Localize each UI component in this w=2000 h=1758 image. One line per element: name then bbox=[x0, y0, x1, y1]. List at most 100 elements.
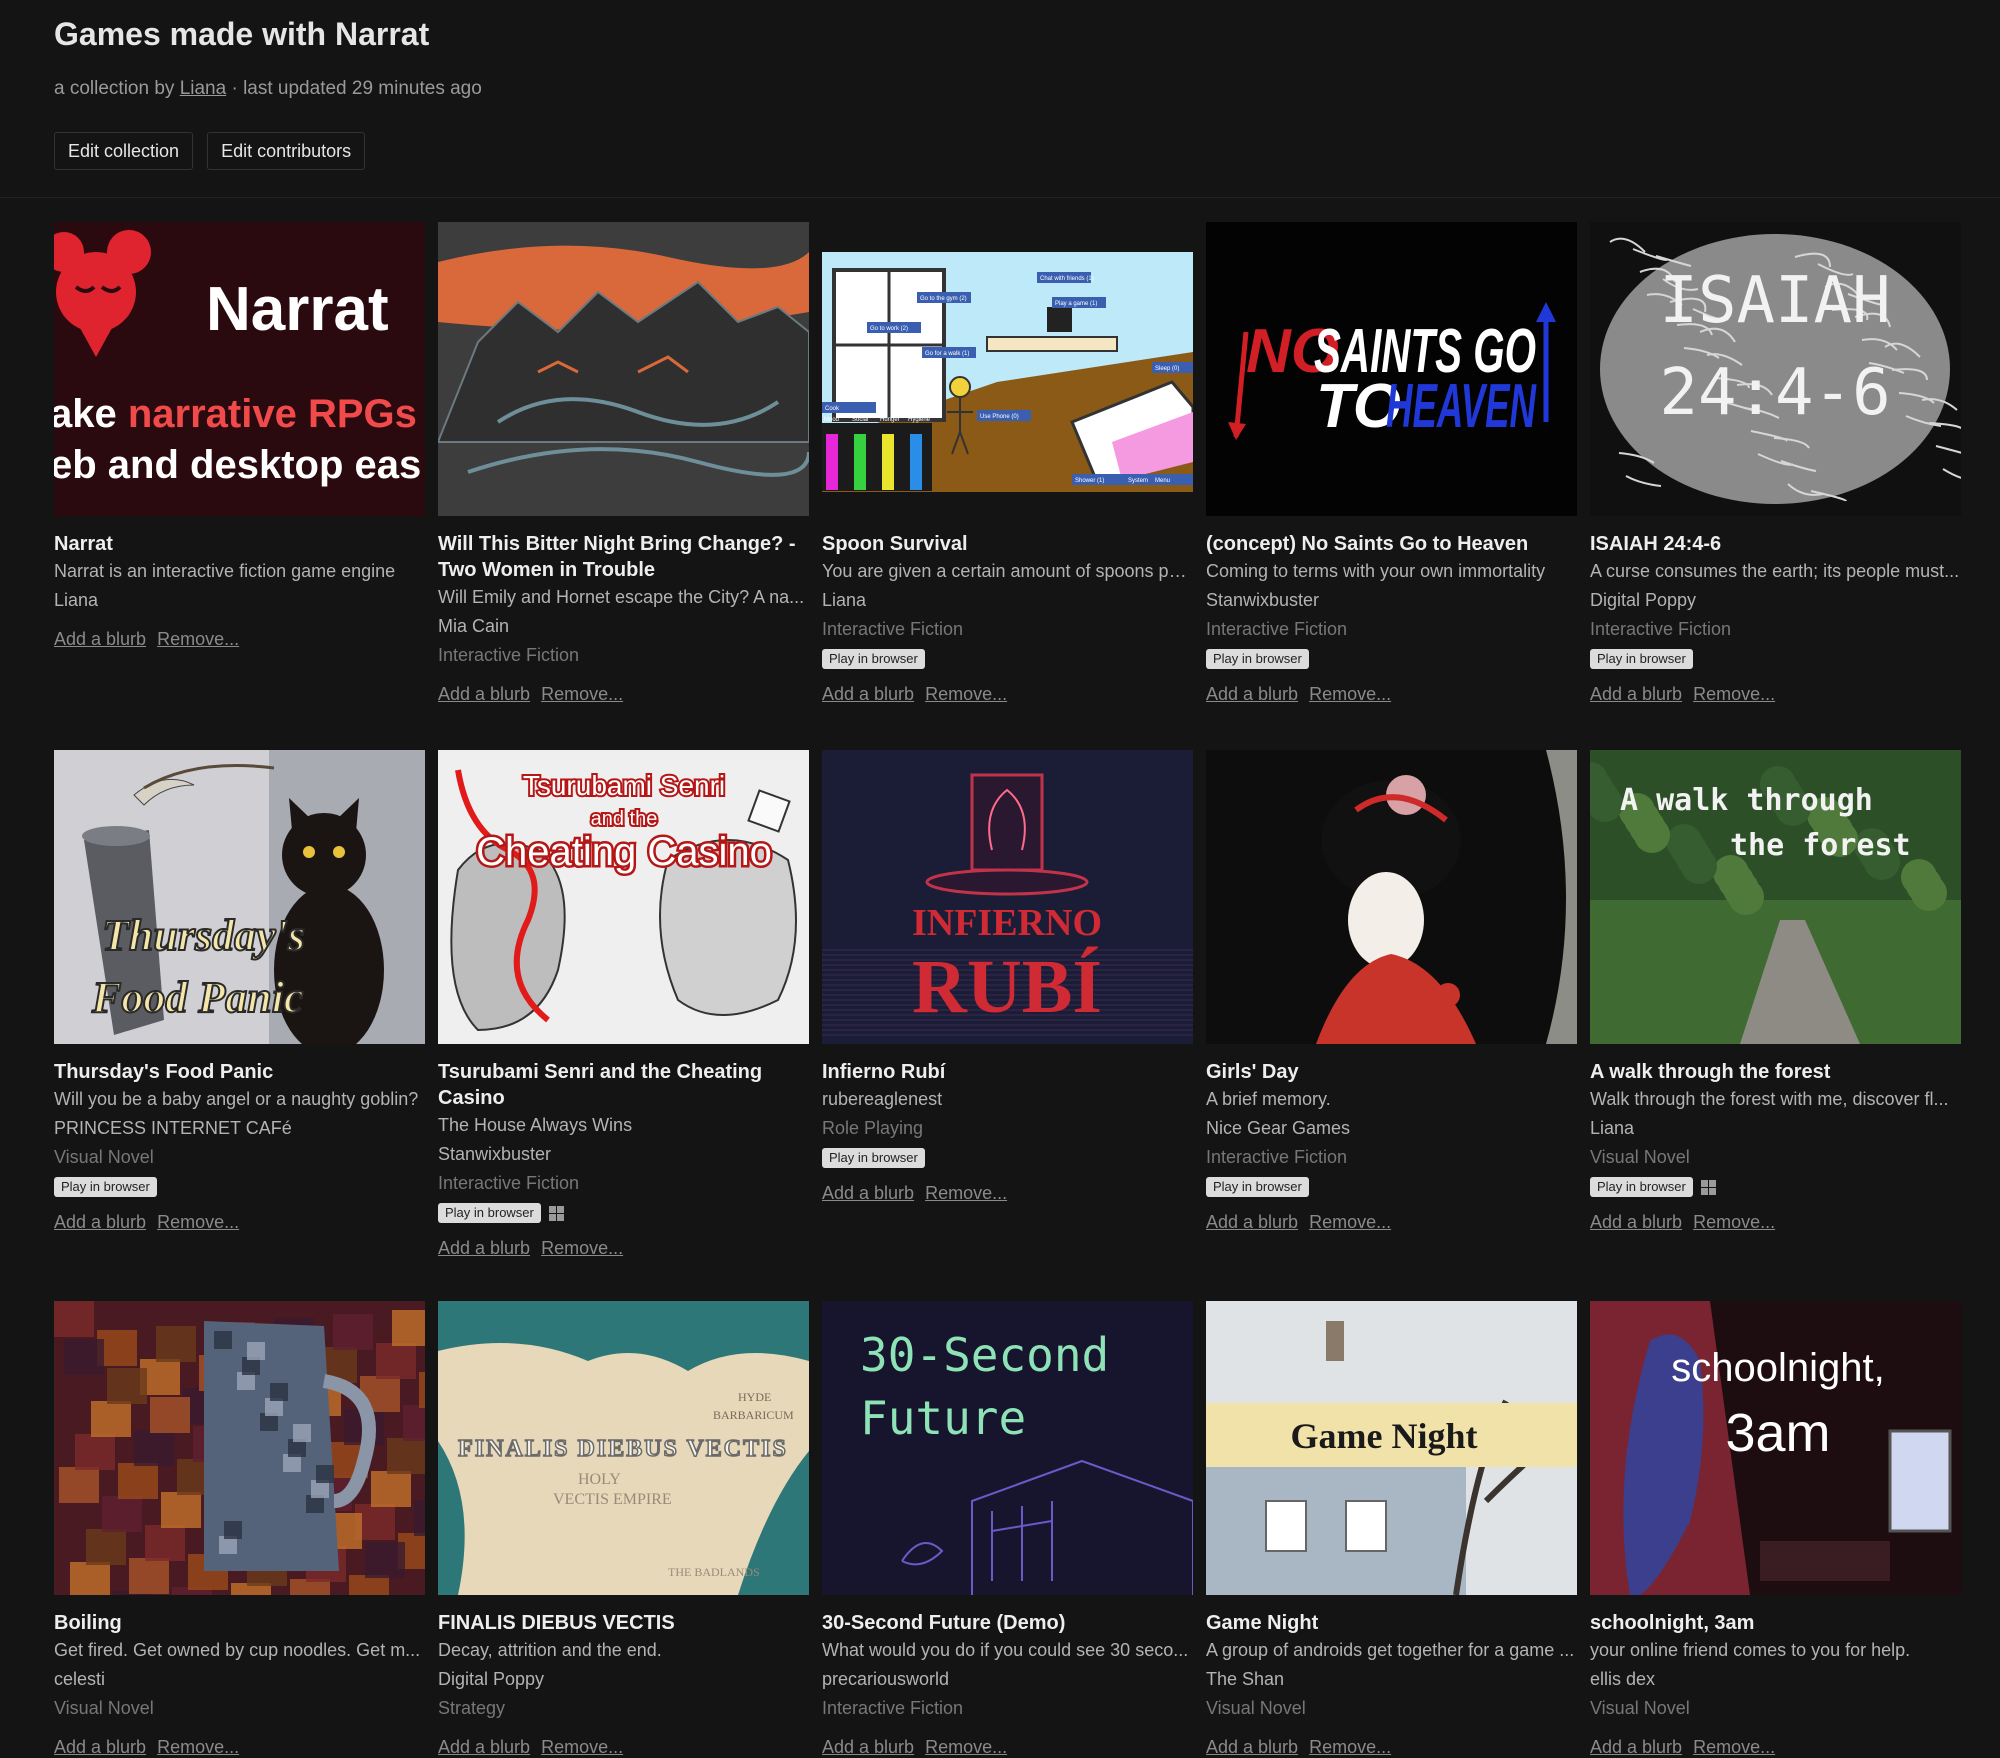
game-platforms: Play in browser bbox=[822, 1147, 1193, 1169]
remove-link[interactable]: Remove... bbox=[157, 1212, 239, 1233]
add-blurb-link[interactable]: Add a blurb bbox=[822, 1737, 914, 1758]
game-author-link[interactable]: Digital Poppy bbox=[438, 1665, 809, 1694]
game-title-link[interactable]: Will This Bitter Night Bring Change? - T… bbox=[438, 531, 809, 583]
edit-contributors-button[interactable]: Edit contributors bbox=[207, 132, 366, 170]
game-title-link[interactable]: A walk through the forest bbox=[1590, 1059, 1961, 1085]
game-thumbnail[interactable] bbox=[54, 1301, 425, 1595]
game-author-link[interactable]: precariousworld bbox=[822, 1665, 1193, 1694]
game-thumbnail[interactable]: INFIERNO RUBÍ bbox=[822, 750, 1193, 1044]
game-title-link[interactable]: Spoon Survival bbox=[822, 531, 1193, 557]
game-short-text: Walk through the forest with me, discove… bbox=[1590, 1089, 1949, 1109]
add-blurb-link[interactable]: Add a blurb bbox=[438, 1737, 530, 1758]
game-cell: Will This Bitter Night Bring Change? - T… bbox=[438, 222, 809, 750]
add-blurb-link[interactable]: Add a blurb bbox=[1206, 1212, 1298, 1233]
game-cell: ISAIAH 24:4-6 ISAIAH 24:4-6 A curse consu… bbox=[1590, 222, 1961, 750]
game-title-link[interactable]: Infierno Rubí bbox=[822, 1059, 1193, 1085]
game-title-link[interactable]: Tsurubami Senri and the Cheating Casino bbox=[438, 1059, 809, 1111]
add-blurb-link[interactable]: Add a blurb bbox=[1590, 684, 1682, 705]
add-blurb-link[interactable]: Add a blurb bbox=[1590, 1212, 1682, 1233]
game-cover-image: ISAIAH 24:4-6 bbox=[1590, 222, 1961, 516]
game-cover-image: Go to the gym (2) Go to work (2) Go for a … bbox=[822, 222, 1193, 516]
game-cover-image: schoolnight, 3am bbox=[1590, 1301, 1961, 1595]
game-author-link[interactable]: PRINCESS INTERNET CAFé bbox=[54, 1114, 425, 1143]
game-author-link[interactable]: Stanwixbuster bbox=[438, 1140, 809, 1169]
game-author-link[interactable]: Liana bbox=[822, 586, 1193, 615]
remove-link[interactable]: Remove... bbox=[925, 1737, 1007, 1758]
remove-link[interactable]: Remove... bbox=[157, 1737, 239, 1758]
svg-text:and the: and the bbox=[591, 808, 658, 830]
remove-link[interactable]: Remove... bbox=[925, 1183, 1007, 1204]
add-blurb-link[interactable]: Add a blurb bbox=[1206, 1737, 1298, 1758]
play-in-browser-badge: Play in browser bbox=[822, 1148, 925, 1168]
remove-link[interactable]: Remove... bbox=[1693, 1212, 1775, 1233]
game-thumbnail[interactable]: NO SAINTS GO TO HEAVEN bbox=[1206, 222, 1577, 516]
remove-link[interactable]: Remove... bbox=[1309, 684, 1391, 705]
game-author-link[interactable]: Digital Poppy bbox=[1590, 586, 1961, 615]
game-title-link[interactable]: Game Night bbox=[1206, 1610, 1577, 1636]
cover-text: ake narrative RPGs bbox=[54, 392, 417, 436]
game-thumbnail[interactable] bbox=[438, 222, 809, 516]
game-title-link[interactable]: (concept) No Saints Go to Heaven bbox=[1206, 531, 1577, 557]
game-thumbnail[interactable]: ISAIAH 24:4-6 bbox=[1590, 222, 1961, 516]
game-thumbnail[interactable]: Go to the gym (2) Go to work (2) Go for a … bbox=[822, 222, 1193, 516]
add-blurb-link[interactable]: Add a blurb bbox=[1590, 1737, 1682, 1758]
game-short-text: The House Always Wins bbox=[438, 1115, 633, 1135]
windows-icon bbox=[548, 1205, 564, 1221]
game-title-link[interactable]: Narrat bbox=[54, 531, 425, 557]
game-thumbnail[interactable] bbox=[1206, 750, 1577, 1044]
game-thumbnail[interactable]: FINALIS DIEBUS VECTIS HYDE BARBARICUM HOLY V… bbox=[438, 1301, 809, 1595]
add-blurb-link[interactable]: Add a blurb bbox=[54, 1737, 146, 1758]
game-thumbnail[interactable]: Tsurubami Senri and the Cheating Casino bbox=[438, 750, 809, 1044]
game-title-link[interactable]: Girls' Day bbox=[1206, 1059, 1577, 1085]
game-cover-image bbox=[1206, 750, 1577, 1044]
remove-link[interactable]: Remove... bbox=[157, 629, 239, 650]
game-author-link[interactable]: Stanwixbuster bbox=[1206, 586, 1577, 615]
remove-link[interactable]: Remove... bbox=[541, 1238, 623, 1259]
remove-link[interactable]: Remove... bbox=[1309, 1212, 1391, 1233]
add-blurb-link[interactable]: Add a blurb bbox=[822, 1183, 914, 1204]
play-in-browser-badge: Play in browser bbox=[1206, 649, 1309, 669]
svg-text:Go to work (2): Go to work (2) bbox=[870, 326, 908, 332]
add-blurb-link[interactable]: Add a blurb bbox=[1206, 684, 1298, 705]
game-short-text: Decay, attrition and the end. bbox=[438, 1640, 662, 1660]
remove-link[interactable]: Remove... bbox=[1309, 1737, 1391, 1758]
svg-text:ISAIAH: ISAIAH bbox=[1659, 264, 1890, 338]
game-title-link[interactable]: schoolnight, 3am bbox=[1590, 1610, 1961, 1636]
edit-collection-button[interactable]: Edit collection bbox=[54, 132, 194, 170]
add-blurb-link[interactable]: Add a blurb bbox=[54, 1212, 146, 1233]
game-title-link[interactable]: Boiling bbox=[54, 1610, 425, 1636]
game-thumbnail[interactable]: Narrat ake narrative RPGs eb and desktop e… bbox=[54, 222, 425, 516]
game-title-link[interactable]: FINALIS DIEBUS VECTIS bbox=[438, 1610, 809, 1636]
game-author-link[interactable]: Mia Cain bbox=[438, 612, 809, 641]
remove-link[interactable]: Remove... bbox=[1693, 1737, 1775, 1758]
game-author-link[interactable]: Liana bbox=[54, 586, 425, 615]
svg-text:Go to the gym (2): Go to the gym (2) bbox=[920, 296, 967, 302]
remove-link[interactable]: Remove... bbox=[1693, 684, 1775, 705]
game-author-link[interactable]: Nice Gear Games bbox=[1206, 1114, 1577, 1143]
game-thumbnail[interactable]: Game Night bbox=[1206, 1301, 1577, 1595]
add-blurb-link[interactable]: Add a blurb bbox=[438, 684, 530, 705]
add-blurb-link[interactable]: Add a blurb bbox=[822, 684, 914, 705]
collection-author-link[interactable]: Liana bbox=[180, 78, 227, 99]
game-cover-image: Game Night bbox=[1206, 1301, 1577, 1595]
game-cover-image: NOSAINTS GOTOHEAVEN bbox=[1206, 222, 1577, 516]
game-cover-image: INFIERNORUBÍ bbox=[822, 750, 1193, 1044]
game-author-link[interactable]: The Shan bbox=[1206, 1665, 1577, 1694]
game-thumbnail[interactable]: Thursday's Food Panic bbox=[54, 750, 425, 1044]
remove-link[interactable]: Remove... bbox=[541, 1737, 623, 1758]
game-author-link[interactable]: Liana bbox=[1590, 1114, 1961, 1143]
game-short-text: Coming to terms with your own immortalit… bbox=[1206, 561, 1546, 581]
game-title-link[interactable]: 30-Second Future (Demo) bbox=[822, 1610, 1193, 1636]
add-blurb-link[interactable]: Add a blurb bbox=[438, 1238, 530, 1259]
game-author-link[interactable]: celesti bbox=[54, 1665, 425, 1694]
game-title-link[interactable]: Thursday's Food Panic bbox=[54, 1059, 425, 1085]
game-thumbnail[interactable]: A walk through the forest bbox=[1590, 750, 1961, 1044]
remove-link[interactable]: Remove... bbox=[541, 684, 623, 705]
game-thumbnail[interactable]: schoolnight, 3am bbox=[1590, 1301, 1961, 1595]
game-author-link[interactable]: ellis dex bbox=[1590, 1665, 1961, 1694]
game-thumbnail[interactable]: 30-Second Future bbox=[822, 1301, 1193, 1595]
game-short-text: Will Emily and Hornet escape the City? A… bbox=[438, 587, 805, 607]
remove-link[interactable]: Remove... bbox=[925, 684, 1007, 705]
add-blurb-link[interactable]: Add a blurb bbox=[54, 629, 146, 650]
game-title-link[interactable]: ISAIAH 24:4-6 bbox=[1590, 531, 1961, 557]
